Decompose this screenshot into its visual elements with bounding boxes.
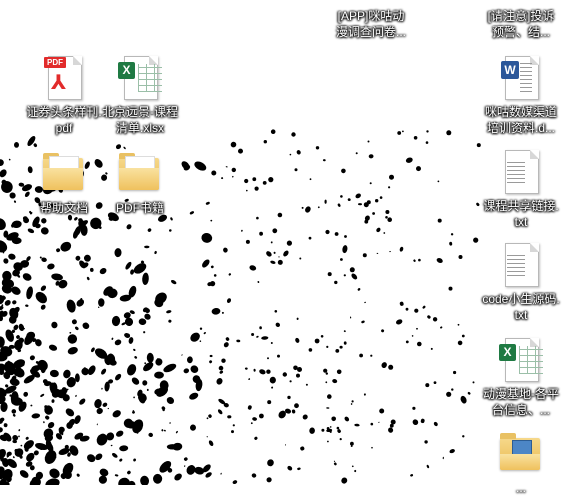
icon-label: [APP]咪咕动漫调查问卷... (335, 9, 406, 39)
desktop: PDF ⅄ 证券头条样刊.pdf X 北京远景-课程清单.xlsx 帮助文档 P… (0, 0, 562, 495)
icon-label: 北京远景-课程清单.xlsx (102, 105, 178, 135)
desktop-icon-xlsx-anime[interactable]: X 动漫基地-各平台信息、... (482, 336, 560, 418)
excel-file-icon: X (499, 336, 543, 382)
desktop-icon-folder-pdf-books[interactable]: PDF书籍 (101, 150, 179, 216)
folder-icon (118, 150, 162, 196)
desktop-icon-xlsx-beijing[interactable]: X 北京远景-课程清单.xlsx (101, 54, 179, 136)
pdf-acrobat-mark: ⅄ (51, 70, 67, 94)
icon-label: [请注意]投诉预警、结... (487, 9, 555, 39)
icon-label: 帮助文档 (39, 201, 88, 215)
pdf-file-icon: PDF ⅄ (42, 54, 86, 100)
icon-label: PDF书籍 (115, 201, 164, 215)
desktop-icon-folder-help[interactable]: 帮助文档 (25, 150, 103, 216)
desktop-icon-txt-course-share[interactable]: 课程共享链接.txt (482, 148, 560, 230)
pdf-tag: PDF (44, 57, 66, 68)
icon-label: 课程共享链接.txt (483, 199, 559, 229)
desktop-icon-txt-code[interactable]: code小生源码.txt (482, 241, 560, 323)
icon-label: ... (515, 481, 526, 495)
icon-label: code小生源码.txt (482, 292, 560, 322)
desktop-icon-folder-bottom[interactable]: ... (482, 430, 560, 496)
word-file-icon: W (499, 54, 543, 100)
folder-icon (42, 150, 86, 196)
file-icon (499, 0, 543, 4)
excel-badge: X (118, 62, 135, 79)
desktop-icon-app-top[interactable]: [APP]咪咕动漫调查问卷... (332, 0, 410, 40)
icon-label: 动漫基地-各平台信息、... (483, 387, 559, 417)
folder-icon (499, 430, 543, 476)
file-icon (349, 0, 393, 4)
excel-file-icon: X (118, 54, 162, 100)
desktop-icon-app-right-top[interactable]: [请注意]投诉预警、结... (482, 0, 560, 40)
word-badge: W (501, 61, 519, 79)
icon-label: 证券头条样刊.pdf (26, 105, 102, 135)
desktop-icon-docx-migu[interactable]: W 咪咕数媒渠道培训资料.d... (482, 54, 560, 136)
excel-badge: X (499, 344, 516, 361)
icon-label: 咪咕数媒渠道培训资料.d... (484, 105, 557, 135)
desktop-icon-pdf-securities[interactable]: PDF ⅄ 证券头条样刊.pdf (25, 54, 103, 136)
text-file-icon (499, 148, 543, 194)
text-file-icon (499, 241, 543, 287)
